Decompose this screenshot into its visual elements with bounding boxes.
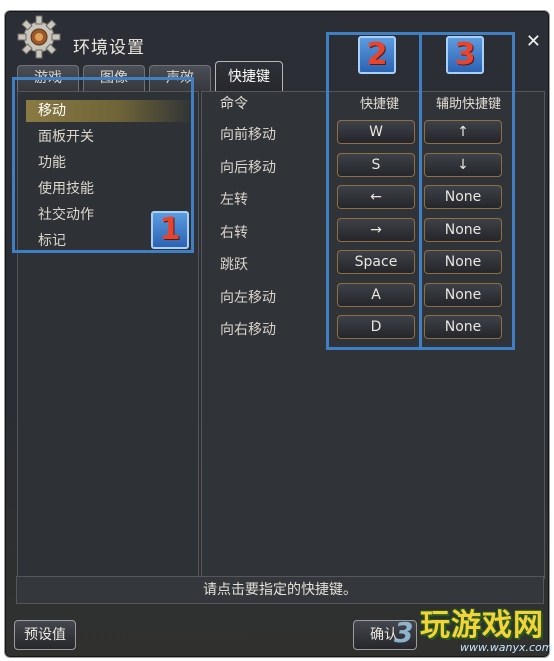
command-label: 左转 <box>220 192 248 208</box>
gear-icon <box>17 15 61 59</box>
defaults-button[interactable]: 预设值 <box>14 620 76 650</box>
command-label: 向前移动 <box>220 127 276 143</box>
annotation-box-aux-hotkey <box>419 32 515 350</box>
annotation-box-hotkey <box>326 32 422 350</box>
command-label: 向右移动 <box>220 322 276 338</box>
window-title: 环境设置 <box>73 38 145 58</box>
annotation-badge: 2 <box>358 36 396 74</box>
tab-hotkeys[interactable]: 快捷键 <box>215 61 283 91</box>
command-label: 跳跃 <box>220 257 248 273</box>
command-label: 向后移动 <box>220 160 276 176</box>
annotation-badge: 1 <box>151 211 189 249</box>
command-label: 向左移动 <box>220 290 276 306</box>
watermark-url: www.wanyx.com <box>460 641 553 654</box>
watermark-number: 3 <box>394 616 414 649</box>
watermark-logo: 玩游戏网 <box>420 608 544 643</box>
command-label: 右转 <box>220 225 248 241</box>
close-icon[interactable]: ✕ <box>526 33 541 51</box>
header-command: 命令 <box>220 96 248 112</box>
annotation-badge: 3 <box>446 36 484 74</box>
